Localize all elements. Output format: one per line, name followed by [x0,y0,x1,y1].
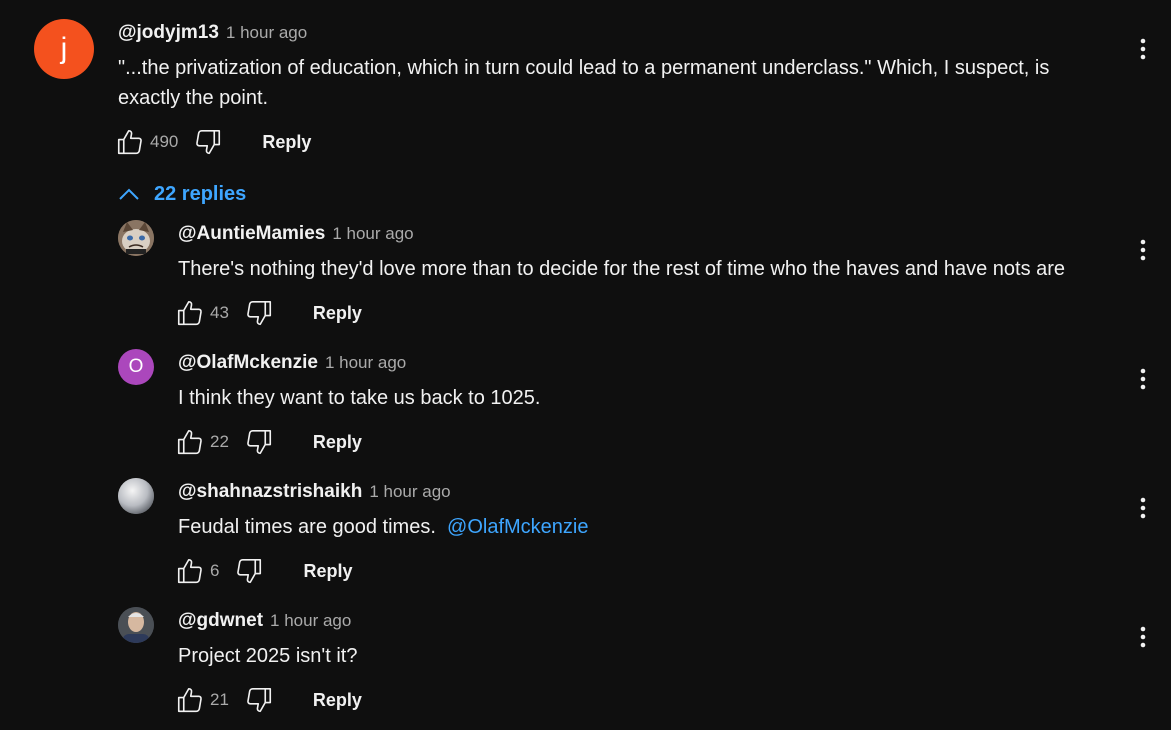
like-count: 6 [210,561,220,580]
person-avatar-image [118,607,154,643]
comment-actions: 6 Reply [172,553,353,589]
comment-time[interactable]: 1 hour ago [325,353,406,373]
like-button[interactable] [172,424,208,460]
comment-actions: 490 Reply [112,124,311,160]
like-count: 21 [210,690,229,709]
avatar[interactable] [118,607,154,643]
action-menu-button[interactable] [1127,29,1159,69]
comment-header: @gdwnet 1 hour ago [178,610,351,632]
comment-header: @shahnazstrishaikh 1 hour ago [178,481,451,503]
replies-toggle-button[interactable]: 22 replies [118,176,246,212]
comment-time[interactable]: 1 hour ago [369,482,450,502]
comment-text: I think they want to take us back to 102… [178,387,541,409]
chevron-up-icon [119,188,139,200]
avatar[interactable] [118,478,154,514]
dislike-button[interactable] [231,553,267,589]
comment-text-line: exactly the point. [118,87,269,109]
reply-button[interactable]: Reply [262,132,311,153]
dislike-button[interactable] [190,124,226,160]
comment-author[interactable]: @shahnazstrishaikh [178,481,362,503]
like-count: 43 [210,303,229,322]
comment-author[interactable]: @jodyjm13 [118,22,219,44]
avatar[interactable]: j [34,19,94,79]
dislike-button[interactable] [241,295,277,331]
action-menu-button[interactable] [1127,488,1159,528]
action-menu-button[interactable] [1127,230,1159,270]
cat-avatar-image [118,220,154,256]
comment-text-line: "...the privatization of education, whic… [118,57,1050,79]
more-vert-icon [1140,368,1146,390]
thumbs-up-icon [117,129,142,155]
comment-author[interactable]: @OlafMckenzie [178,352,318,374]
like-button[interactable] [172,553,208,589]
more-vert-icon [1140,497,1146,519]
comment-header: @jodyjm13 1 hour ago [118,22,307,44]
like-button[interactable] [172,295,208,331]
thumbs-down-icon [247,687,271,713]
thumbs-down-icon [247,300,271,326]
thumbs-down-icon [247,429,271,455]
mention-link[interactable]: @OlafMckenzie [447,516,588,538]
like-count: 490 [150,132,179,151]
comment-author[interactable]: @AuntieMamies [178,223,325,245]
avatar[interactable]: O [118,349,154,385]
comment-header: @AuntieMamies 1 hour ago [178,223,414,245]
action-menu-button[interactable] [1127,359,1159,399]
comment-actions: 22 Reply [172,424,362,460]
thumbs-up-icon [177,687,202,713]
more-vert-icon [1140,626,1146,648]
more-vert-icon [1140,239,1146,261]
comment-text: Feudal times are good times. @OlafMckenz… [178,512,589,542]
like-button[interactable] [172,682,208,718]
replies-count-label: 22 replies [154,182,247,205]
thumbs-up-icon [177,300,202,326]
reply-button[interactable]: Reply [303,561,352,582]
reply-button[interactable]: Reply [313,303,362,324]
comment-actions: 21 Reply [172,682,362,718]
comment-author[interactable]: @gdwnet [178,610,263,632]
comment-text-content: Feudal times are good times. [178,516,436,538]
reply-button[interactable]: Reply [313,432,362,453]
comment-text: "...the privatization of education, whic… [118,53,1049,113]
dislike-button[interactable] [241,682,277,718]
comment-time[interactable]: 1 hour ago [332,224,413,244]
reply-button[interactable]: Reply [313,690,362,711]
like-count: 22 [210,432,229,451]
comment-actions: 43 Reply [172,295,362,331]
thumbs-up-icon [177,558,202,584]
thumbs-up-icon [177,429,202,455]
avatar[interactable] [118,220,154,256]
comment-text: There's nothing they'd love more than to… [178,258,1066,280]
sphere-avatar-image [118,478,154,514]
like-button[interactable] [112,124,148,160]
comment-time[interactable]: 1 hour ago [226,23,307,43]
avatar-letter: O [128,356,144,377]
thumbs-down-icon [237,558,262,584]
action-menu-button[interactable] [1127,617,1159,657]
dislike-button[interactable] [241,424,277,460]
comment-time[interactable]: 1 hour ago [270,611,351,631]
more-vert-icon [1140,38,1146,60]
thumbs-down-icon [196,129,221,155]
comment-text: Project 2025 isn't it? [178,645,358,667]
avatar-letter: j [60,32,68,65]
comment-header: @OlafMckenzie 1 hour ago [178,352,406,374]
